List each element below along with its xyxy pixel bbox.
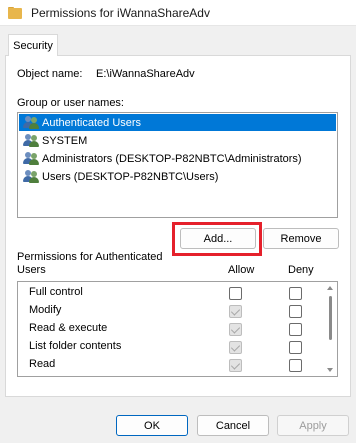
list-item-administrators[interactable]: Administrators (DESKTOP-P82NBTC\Administ… — [19, 150, 336, 167]
scroll-up-arrow-icon[interactable] — [327, 286, 333, 290]
permission-label: Read & execute — [29, 322, 108, 334]
list-item-label: Authenticated Users — [42, 116, 142, 129]
tab-security[interactable]: Security — [8, 34, 58, 56]
user-group-icon — [23, 134, 39, 147]
object-name-value: E:\iWannaShareAdv — [96, 68, 195, 80]
deny-checkbox[interactable] — [289, 323, 302, 336]
deny-checkbox[interactable] — [289, 341, 302, 354]
permission-row-modify: Modify — [18, 302, 320, 320]
user-group-icon — [23, 170, 39, 183]
list-item-system[interactable]: SYSTEM — [19, 132, 336, 149]
object-name-label: Object name: — [17, 68, 83, 80]
list-item-label: Administrators (DESKTOP-P82NBTC\Administ… — [42, 152, 302, 165]
permission-label: List folder contents — [29, 340, 122, 352]
list-item-label: Users (DESKTOP-P82NBTC\Users) — [42, 170, 219, 183]
remove-button[interactable]: Remove — [263, 228, 339, 249]
allow-checkbox[interactable] — [229, 359, 242, 372]
list-item-users[interactable]: Users (DESKTOP-P82NBTC\Users) — [19, 168, 336, 185]
permission-row-read: Read — [18, 356, 320, 374]
deny-checkbox[interactable] — [289, 359, 302, 372]
permissions-header-line2: Users — [17, 264, 46, 276]
window-title: Permissions for iWannaShareAdv — [31, 5, 210, 20]
allow-checkbox[interactable] — [229, 305, 242, 318]
permission-row-full-control: Full control — [18, 284, 320, 302]
scrollbar-thumb[interactable] — [329, 296, 332, 340]
permission-label: Modify — [29, 304, 62, 316]
permission-row-list-folder-contents: List folder contents — [18, 338, 320, 356]
deny-checkbox[interactable] — [289, 305, 302, 318]
folder-icon — [8, 6, 22, 19]
list-item-label: SYSTEM — [42, 134, 88, 147]
permissions-list[interactable]: Full control Modify Read & execute List … — [17, 281, 338, 377]
group-names-label: Group or user names: — [17, 97, 124, 109]
permission-row-partial — [18, 374, 320, 376]
highlight-box — [172, 222, 262, 256]
permission-label: Read — [29, 358, 56, 370]
scroll-down-arrow-icon[interactable] — [327, 368, 333, 372]
cancel-button[interactable]: Cancel — [197, 415, 269, 436]
group-user-list[interactable]: Authenticated Users SYSTEM Administrator… — [17, 112, 338, 218]
deny-checkbox[interactable] — [289, 287, 302, 300]
ok-button[interactable]: OK — [116, 415, 188, 436]
permissions-header-line1: Permissions for Authenticated — [17, 251, 163, 263]
permission-label: Full control — [29, 286, 83, 298]
user-group-icon — [23, 152, 39, 165]
deny-column-header: Deny — [288, 264, 314, 276]
allow-checkbox[interactable] — [229, 341, 242, 354]
allow-column-header: Allow — [228, 264, 255, 276]
allow-checkbox[interactable] — [229, 323, 242, 336]
title-bar: Permissions for iWannaShareAdv — [0, 0, 356, 26]
permission-row-read-execute: Read & execute — [18, 320, 320, 338]
allow-checkbox[interactable] — [229, 287, 242, 300]
apply-button[interactable]: Apply — [277, 415, 349, 436]
user-group-icon — [23, 116, 39, 129]
list-item-authenticated-users[interactable]: Authenticated Users — [19, 114, 336, 131]
